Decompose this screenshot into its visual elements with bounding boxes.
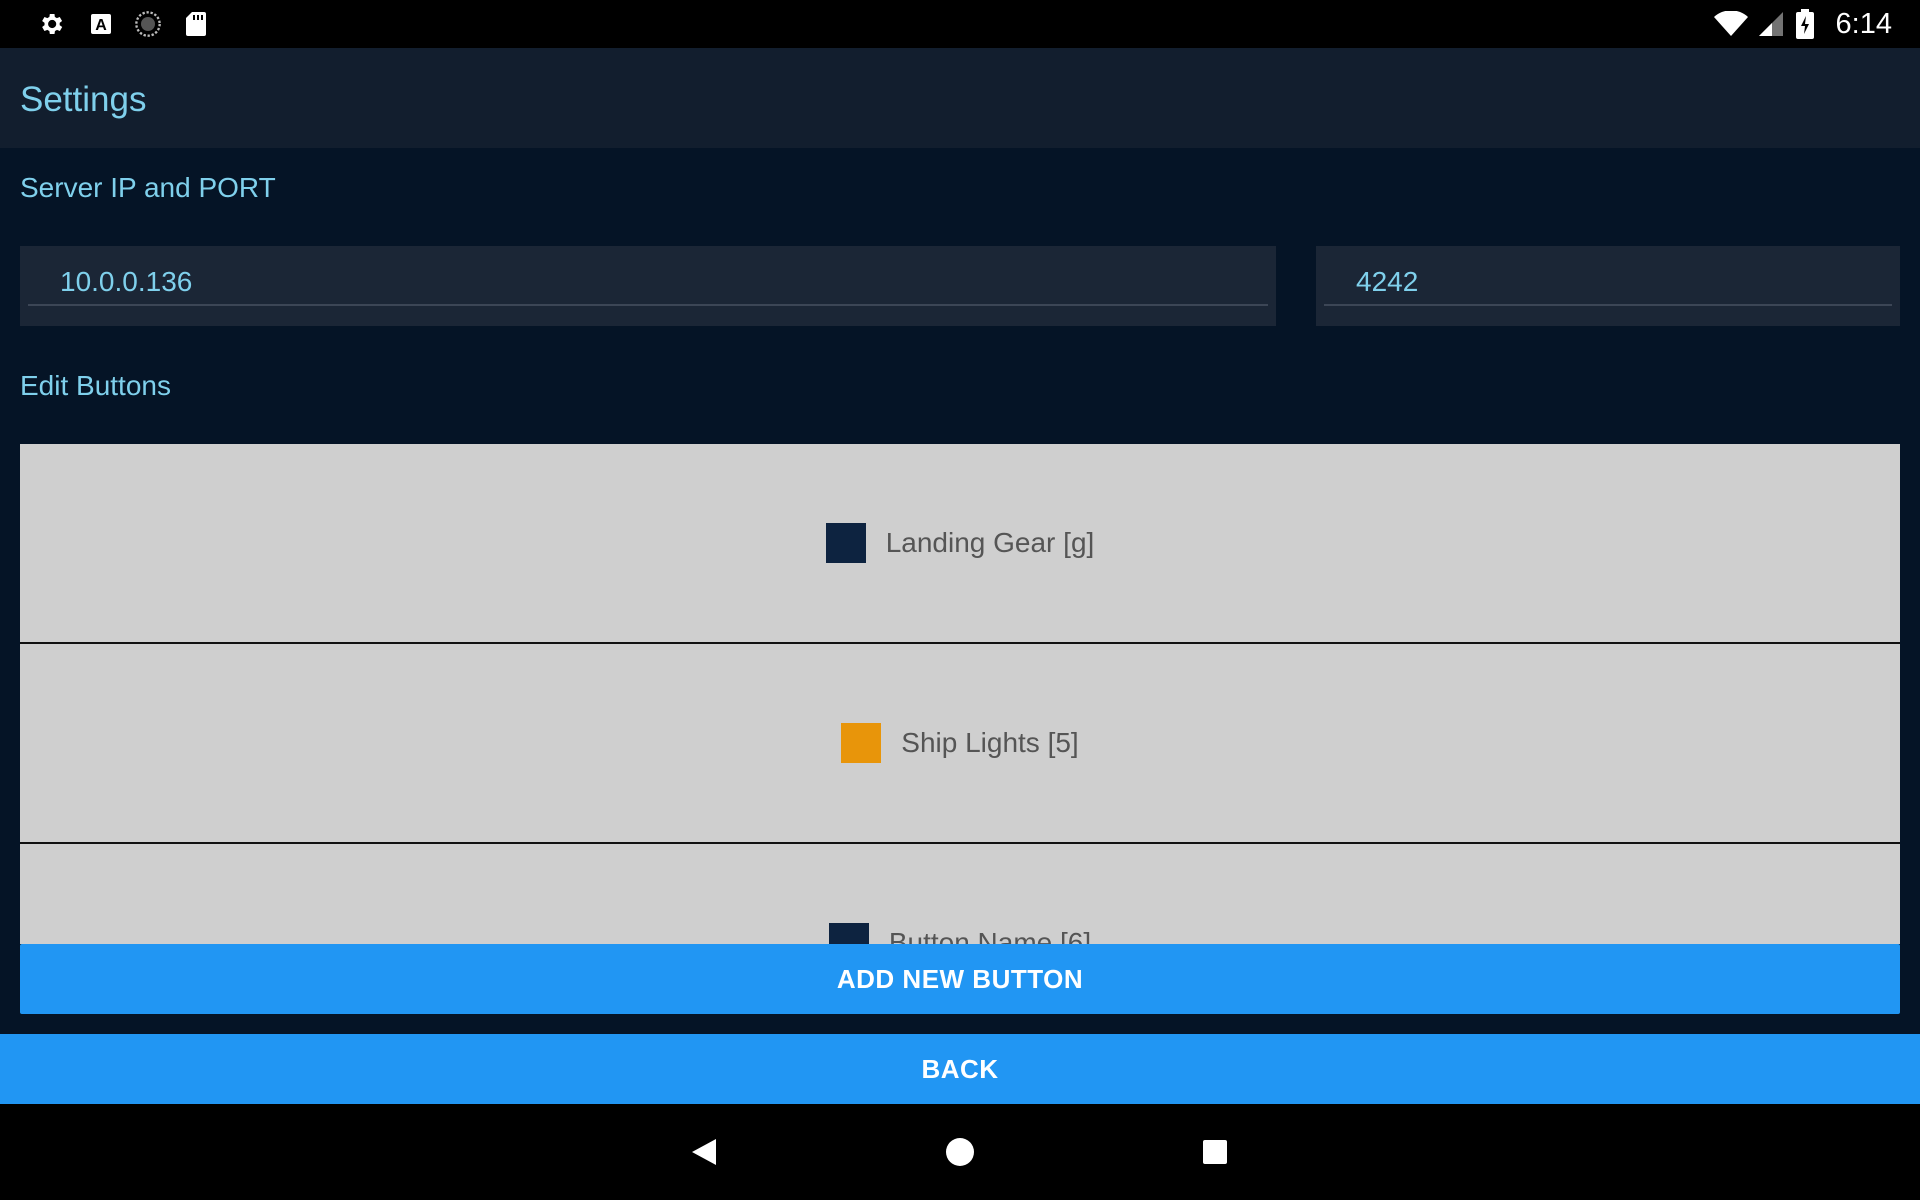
color-swatch	[828, 923, 869, 944]
app-bar: Settings	[0, 48, 1920, 148]
list-item-label: Landing Gear [g]	[885, 527, 1095, 558]
sync-circle-icon	[133, 9, 163, 39]
add-new-button[interactable]: ADD NEW BUTTON	[20, 944, 1900, 1014]
sd-card-icon	[181, 9, 211, 39]
list-item-label: Button Name [6]	[888, 927, 1092, 944]
color-swatch	[841, 723, 882, 763]
system-nav-bar	[0, 1104, 1920, 1200]
list-item-label: Ship Lights [5]	[901, 727, 1079, 758]
server-section-label: Server IP and PORT	[20, 172, 276, 203]
back-triangle-icon[interactable]	[684, 1132, 724, 1172]
ip-field-container	[20, 246, 1276, 326]
color-swatch	[825, 523, 866, 563]
settings-content: Server IP and PORT Edit Buttons Landing …	[0, 148, 1920, 1100]
back-button[interactable]: BACK	[0, 1034, 1920, 1104]
text-a-icon: A	[86, 9, 116, 39]
cell-signal-icon	[1756, 9, 1786, 39]
edit-buttons-label: Edit Buttons	[20, 370, 171, 401]
button-list[interactable]: Landing Gear [g] Ship Lights [5] Button …	[20, 444, 1900, 944]
home-circle-icon[interactable]	[940, 1132, 980, 1172]
battery-charging-icon	[1794, 9, 1816, 39]
status-bar: A 6:14	[0, 0, 1920, 48]
list-item[interactable]: Button Name [6]	[20, 844, 1900, 944]
server-port-input[interactable]	[1324, 260, 1892, 306]
port-field-container	[1316, 246, 1900, 326]
list-item[interactable]: Ship Lights [5]	[20, 644, 1900, 844]
wifi-icon	[1714, 9, 1748, 39]
recents-square-icon[interactable]	[1195, 1132, 1235, 1172]
page-title: Settings	[20, 80, 147, 119]
status-clock: 6:14	[1835, 8, 1892, 40]
server-ip-input[interactable]	[28, 260, 1268, 306]
gear-icon	[36, 9, 66, 39]
svg-text:A: A	[95, 17, 107, 34]
list-item[interactable]: Landing Gear [g]	[20, 444, 1900, 644]
